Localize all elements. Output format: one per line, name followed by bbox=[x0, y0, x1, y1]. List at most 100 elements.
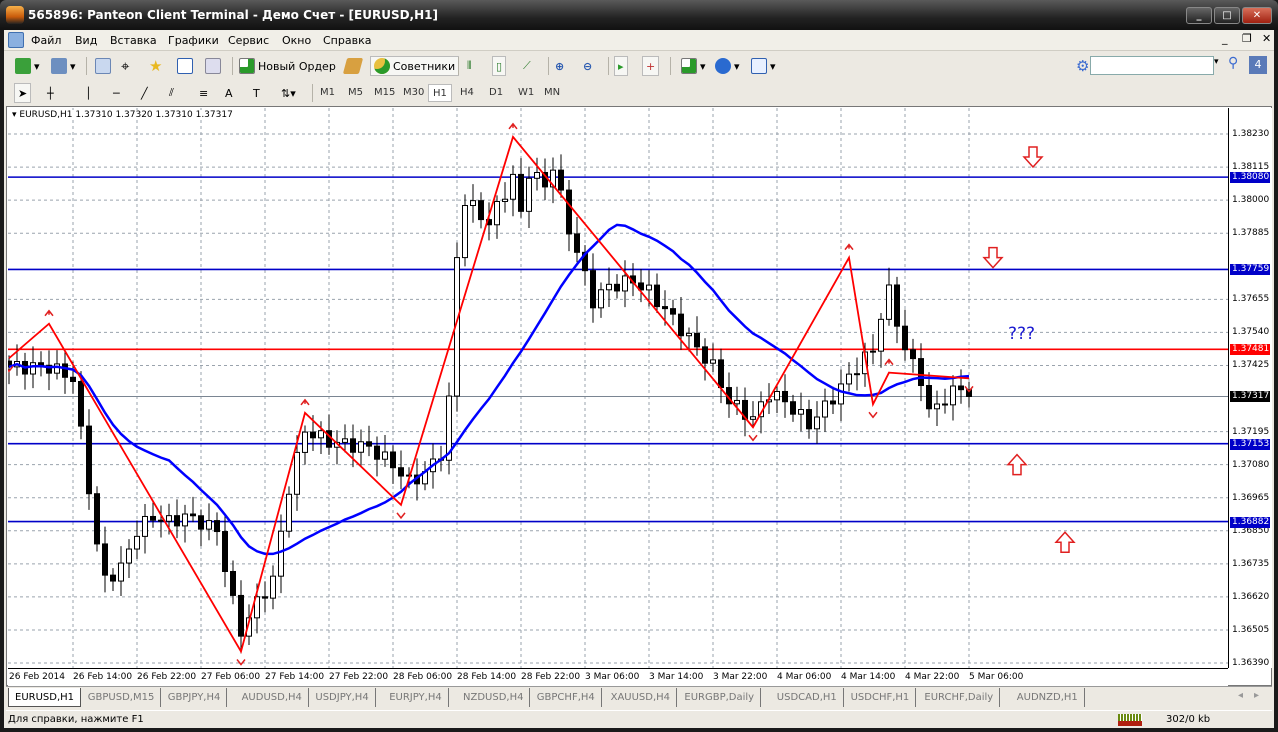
data-window-button[interactable]: ⌖ bbox=[118, 56, 132, 76]
channel-button[interactable]: ⫽ bbox=[166, 83, 177, 103]
notifications-badge[interactable]: 4 bbox=[1249, 56, 1267, 74]
menu-bar: Файл Вид Вставка Графики Сервис Окно Спр… bbox=[4, 30, 1274, 51]
search-input[interactable] bbox=[1090, 56, 1214, 75]
tab-scroll-right[interactable]: ▸ bbox=[1254, 690, 1259, 701]
timeframe-m15[interactable]: M15 bbox=[370, 84, 399, 102]
timeframe-h4[interactable]: H4 bbox=[456, 84, 478, 102]
menu-tools[interactable]: Сервис bbox=[228, 34, 269, 47]
search-dropdown-icon[interactable]: ▾ bbox=[1214, 57, 1219, 67]
time-tick-label: 27 Feb 22:00 bbox=[329, 672, 389, 682]
search-icon[interactable]: ⚲ bbox=[1228, 55, 1238, 71]
zoom-out-button[interactable]: ⊖ bbox=[580, 56, 595, 76]
candle-bull bbox=[30, 362, 36, 375]
terminal-button[interactable] bbox=[174, 56, 196, 76]
text-label-button[interactable]: T bbox=[250, 83, 263, 103]
chart-tab[interactable]: NZDUSD,H4 bbox=[457, 688, 531, 707]
candle-bear bbox=[670, 308, 676, 315]
settings-gear-icon[interactable]: ⚙ bbox=[1076, 57, 1089, 75]
menu-file[interactable]: Файл bbox=[31, 34, 61, 47]
close-button[interactable]: ✕ bbox=[1242, 7, 1272, 24]
menu-window[interactable]: Окно bbox=[282, 34, 311, 47]
candle-bear bbox=[790, 401, 796, 415]
chart-tab[interactable]: USDJPY,H4 bbox=[309, 688, 376, 707]
child-minimize-button[interactable]: _ bbox=[1222, 32, 1228, 45]
chart-tab[interactable]: EURCHF,Daily bbox=[918, 688, 1001, 707]
chart-tab[interactable]: GBPUSD,M15 bbox=[82, 688, 162, 707]
arrows-button[interactable]: ⇅▾ bbox=[278, 83, 299, 103]
child-close-button[interactable]: ✕ bbox=[1262, 32, 1271, 45]
window-title: 565896: Panteon Client Terminal - Демо С… bbox=[28, 8, 438, 22]
menu-view[interactable]: Вид bbox=[75, 34, 97, 47]
new-order-button[interactable]: Новый Ордер bbox=[236, 56, 339, 76]
child-restore-button[interactable]: ❐ bbox=[1242, 32, 1252, 45]
profiles-button[interactable]: ▾ bbox=[48, 56, 79, 76]
timeframe-mn[interactable]: MN bbox=[540, 84, 564, 102]
timeframe-m30[interactable]: M30 bbox=[399, 84, 428, 102]
time-tick-label: 26 Feb 2014 bbox=[9, 672, 66, 682]
timeframe-w1[interactable]: W1 bbox=[514, 84, 538, 102]
candle-bull bbox=[462, 205, 468, 259]
chart-tab[interactable]: EURJPY,H4 bbox=[383, 688, 449, 707]
bar-chart-button[interactable]: ⫴ bbox=[464, 56, 475, 76]
minimize-button[interactable]: _ bbox=[1186, 7, 1212, 24]
crosshair-button[interactable]: ┼ bbox=[44, 83, 57, 103]
new-chart-button[interactable]: ▾ bbox=[12, 56, 43, 76]
candle-bull bbox=[750, 416, 756, 420]
templates-button[interactable]: ▾ bbox=[748, 56, 779, 76]
price-axis[interactable] bbox=[1228, 108, 1272, 668]
candle-bear bbox=[366, 441, 372, 447]
cursor-button[interactable]: ➤ bbox=[14, 83, 32, 103]
line-studies-toolbar: ➤ ┼ │ ─ ╱ ⫽ ≡ A T ⇅▾ bbox=[6, 80, 1272, 105]
maximize-button[interactable]: □ bbox=[1214, 7, 1240, 24]
navigator-button[interactable]: ★ bbox=[146, 56, 165, 76]
timeframe-m1[interactable]: M1 bbox=[316, 84, 339, 102]
chart-tab[interactable]: GBPCHF,H4 bbox=[531, 688, 602, 707]
chart-tab[interactable]: XAUUSD,H4 bbox=[605, 688, 678, 707]
timeframe-m5[interactable]: M5 bbox=[344, 84, 367, 102]
chart-tab[interactable]: USDCHF,H1 bbox=[845, 688, 917, 707]
price-chart[interactable] bbox=[8, 108, 1228, 668]
fibonacci-button[interactable]: ≡ bbox=[196, 83, 211, 103]
horizontal-line-button[interactable]: ─ bbox=[110, 83, 123, 103]
price-tick-label: 1.36505 bbox=[1232, 624, 1270, 635]
chart-tab[interactable]: GBPJPY,H4 bbox=[162, 688, 228, 707]
menu-charts[interactable]: Графики bbox=[168, 34, 219, 47]
candle-bear bbox=[198, 515, 204, 530]
bar-chart-icon: ⫴ bbox=[467, 59, 472, 72]
line-chart-button[interactable]: ⟋ bbox=[520, 56, 534, 76]
vertical-line-button[interactable]: │ bbox=[82, 83, 95, 103]
candle-bull bbox=[166, 515, 172, 522]
zoom-in-button[interactable]: ⊕ bbox=[552, 56, 567, 76]
time-tick-label: 28 Feb 06:00 bbox=[393, 672, 453, 682]
level-price-label: 1.37153 bbox=[1230, 438, 1270, 450]
star-folder-icon: ★ bbox=[149, 57, 163, 75]
chart-tab[interactable]: EURUSD,H1 bbox=[8, 688, 82, 707]
chart-tab[interactable]: AUDUSD,H4 bbox=[236, 688, 309, 707]
periods-button[interactable]: ▾ bbox=[712, 56, 743, 76]
chart-tab[interactable]: EURGBP,Daily bbox=[678, 688, 762, 707]
candlestick-button[interactable]: ▯ bbox=[492, 56, 507, 76]
zoom-in-icon: ⊕ bbox=[555, 59, 565, 73]
metaeditor-button[interactable] bbox=[342, 56, 364, 76]
menu-insert[interactable]: Вставка bbox=[110, 34, 157, 47]
indicators-button[interactable]: ▾ bbox=[678, 56, 709, 76]
experts-button[interactable]: Советники bbox=[370, 56, 460, 76]
timeframe-h1[interactable]: H1 bbox=[428, 84, 452, 102]
trendline-button[interactable]: ╱ bbox=[138, 83, 151, 103]
strategy-tester-button[interactable] bbox=[202, 56, 224, 76]
auto-scroll-button[interactable]: ▸ bbox=[614, 56, 628, 76]
candle-bear bbox=[398, 467, 404, 477]
candle-bull bbox=[734, 399, 740, 405]
new-chart-icon bbox=[15, 58, 31, 74]
candle-bull bbox=[134, 535, 140, 550]
menu-help[interactable]: Справка bbox=[323, 34, 371, 47]
text-button[interactable]: A bbox=[222, 83, 236, 103]
chart-tab[interactable]: AUDNZD,H1 bbox=[1011, 688, 1085, 707]
chart-shift-button[interactable]: + bbox=[642, 56, 660, 76]
market-watch-button[interactable] bbox=[92, 56, 114, 76]
candle-bull bbox=[318, 430, 324, 439]
timeframe-d1[interactable]: D1 bbox=[485, 84, 507, 102]
chart-tab[interactable]: USDCAD,H1 bbox=[771, 688, 844, 707]
candle-bull bbox=[286, 493, 292, 532]
tab-scroll-left[interactable]: ◂ bbox=[1238, 690, 1243, 701]
